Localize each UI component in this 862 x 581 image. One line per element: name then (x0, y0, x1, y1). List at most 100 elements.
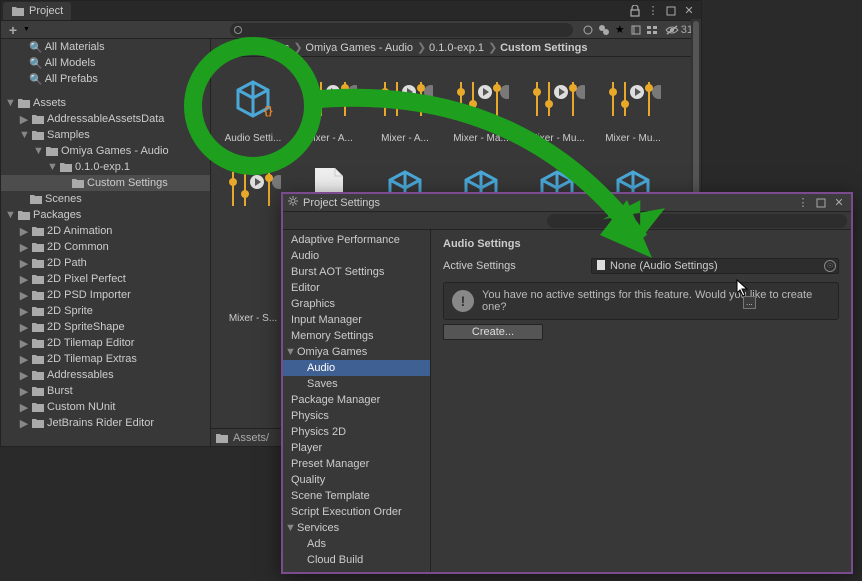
cat-ads[interactable]: Ads (283, 536, 430, 552)
crumb-3[interactable]: 0.1.0-exp.1 (429, 42, 484, 54)
cat-memory[interactable]: Memory Settings (283, 328, 430, 344)
chevron-right-icon: ❯ (488, 41, 496, 54)
folder-icon (31, 113, 45, 125)
tree-pkg-2dsprite[interactable]: ▶2D Sprite (1, 303, 210, 319)
cat-preset[interactable]: Preset Manager (283, 456, 430, 472)
tree-pkg-2dpixel[interactable]: ▶2D Pixel Perfect (1, 271, 210, 287)
project-tab[interactable]: Project (3, 2, 71, 20)
menu-icon[interactable]: ⋮ (645, 3, 661, 19)
close-icon[interactable]: ✕ (831, 195, 847, 211)
dropdown-arrow-icon[interactable]: ▼ (23, 26, 30, 33)
cat-physics2d[interactable]: Physics 2D (283, 424, 430, 440)
tree-pkg-2dss[interactable]: ▶2D SpriteShape (1, 319, 210, 335)
tree-addressable[interactable]: ▶AddressableAssetsData (1, 111, 210, 127)
cat-physics[interactable]: Physics (283, 408, 430, 424)
cat-quality[interactable]: Quality (283, 472, 430, 488)
tree-scenes[interactable]: Scenes (1, 191, 210, 207)
cat-player[interactable]: Player (283, 440, 430, 456)
folder-icon (17, 209, 31, 221)
lock-icon[interactable] (627, 3, 643, 19)
tab-label: Project (29, 5, 63, 17)
add-button[interactable]: + (5, 22, 21, 38)
tree-pkg-2dtmex[interactable]: ▶2D Tilemap Extras (1, 351, 210, 367)
crumb-2[interactable]: Omiya Games - Audio (305, 42, 413, 54)
crumb-1[interactable]: S...les (259, 42, 290, 54)
grid-item[interactable]: Mixer - S... (215, 245, 291, 335)
gear-icon (287, 195, 299, 210)
fav-all-materials[interactable]: 🔍All Materials (25, 39, 210, 55)
cat-pkgmgr[interactable]: Package Manager (283, 392, 430, 408)
cat-script[interactable]: Script Execution Order (283, 504, 430, 520)
filter-label-icon[interactable] (597, 23, 611, 37)
cat-scene[interactable]: Scene Template (283, 488, 430, 504)
settings-categories: Adaptive Performance Audio Burst AOT Set… (283, 230, 431, 572)
cat-audio[interactable]: Audio (283, 248, 430, 264)
grid-item[interactable] (215, 155, 291, 245)
tree-assets[interactable]: ▼Assets (1, 95, 210, 111)
create-button[interactable]: Create... (443, 324, 543, 340)
info-text: You have no active settings for this fea… (482, 289, 830, 313)
folder-icon (17, 97, 31, 109)
tree-pkg-2dpath[interactable]: ▶2D Path (1, 255, 210, 271)
active-settings-field[interactable]: None (Audio Settings) ☉ (591, 258, 839, 274)
tree-pkg-rider[interactable]: ▶JetBrains Rider Editor (1, 415, 210, 431)
cat-services[interactable]: ▼Services (283, 520, 430, 536)
asset-thumb-icon: {} (223, 69, 283, 129)
grid-item[interactable]: {}Audio Setti... (215, 65, 291, 155)
tree-pkg-nunit[interactable]: ▶Custom NUnit (1, 399, 210, 415)
save-search-icon[interactable]: ★ (613, 23, 627, 37)
cat-adaptive[interactable]: Adaptive Performance (283, 232, 430, 248)
project-search-input[interactable] (230, 23, 573, 37)
cat-editor[interactable]: Editor (283, 280, 430, 296)
filter-type-icon[interactable] (581, 23, 595, 37)
folder-icon (31, 417, 45, 429)
cat-omiya-audio[interactable]: Audio (283, 360, 430, 376)
fav-all-models[interactable]: 🔍All Models (25, 55, 210, 71)
settings-search-input[interactable] (547, 214, 847, 228)
grid-item[interactable]: Mixer - A... (291, 65, 367, 155)
settings-icon[interactable] (629, 23, 643, 37)
folder-icon (31, 129, 45, 141)
layout-icon[interactable] (645, 23, 659, 37)
folder-icon (31, 385, 45, 397)
menu-icon[interactable]: ⋮ (795, 195, 811, 211)
close-icon[interactable]: ✕ (681, 3, 697, 19)
tree-packages[interactable]: ▼Packages (1, 207, 210, 223)
folder-icon (31, 257, 45, 269)
breadcrumb: ...ets ❯ S...les ❯ Omiya Games - Audio ❯… (211, 39, 701, 57)
tree-omiya[interactable]: ▼Omiya Games - Audio (1, 143, 210, 159)
project-toolbar: + ▼ ★ 31 (1, 21, 701, 39)
object-picker-icon[interactable]: ☉ (824, 260, 836, 272)
cat-omiya-saves[interactable]: Saves (283, 376, 430, 392)
folder-icon (31, 321, 45, 333)
folder-icon (11, 5, 25, 17)
tree-samples[interactable]: ▼Samples (1, 127, 210, 143)
grid-item[interactable]: Mixer - A... (367, 65, 443, 155)
grid-item[interactable]: Mixer - Mu... (595, 65, 671, 155)
grid-item[interactable]: Mixer - Ma... (443, 65, 519, 155)
maximize-icon[interactable] (813, 195, 829, 211)
cat-input[interactable]: Input Manager (283, 312, 430, 328)
grid-item-label: Mixer - A... (295, 133, 363, 144)
settings-title: Project Settings (303, 197, 380, 209)
tree-pkg-burst[interactable]: ▶Burst (1, 383, 210, 399)
status-path: Assets/ (233, 432, 269, 444)
crumb-0[interactable]: ...ets (219, 42, 243, 54)
tree-pkg-2dpsd[interactable]: ▶2D PSD Importer (1, 287, 210, 303)
tree-pkg-2dtm[interactable]: ▶2D Tilemap Editor (1, 335, 210, 351)
tree-custom-settings[interactable]: Custom Settings (1, 175, 210, 191)
fav-all-prefabs[interactable]: 🔍All Prefabs (25, 71, 210, 87)
crumb-4[interactable]: Custom Settings (500, 42, 587, 54)
tree-pkg-2dcommon[interactable]: ▶2D Common (1, 239, 210, 255)
svg-text:{}: {} (264, 105, 273, 117)
cat-graphics[interactable]: Graphics (283, 296, 430, 312)
cat-burst[interactable]: Burst AOT Settings (283, 264, 430, 280)
tree-pkg-2danim[interactable]: ▶2D Animation (1, 223, 210, 239)
tree-pkg-addr[interactable]: ▶Addressables (1, 367, 210, 383)
cat-cloud[interactable]: Cloud Build (283, 552, 430, 568)
eye-slash-icon (665, 25, 679, 35)
maximize-icon[interactable] (663, 3, 679, 19)
cat-omiya[interactable]: ▼Omiya Games (283, 344, 430, 360)
tree-version[interactable]: ▼0.1.0-exp.1 (1, 159, 210, 175)
grid-item[interactable]: Mixer - Mu... (519, 65, 595, 155)
